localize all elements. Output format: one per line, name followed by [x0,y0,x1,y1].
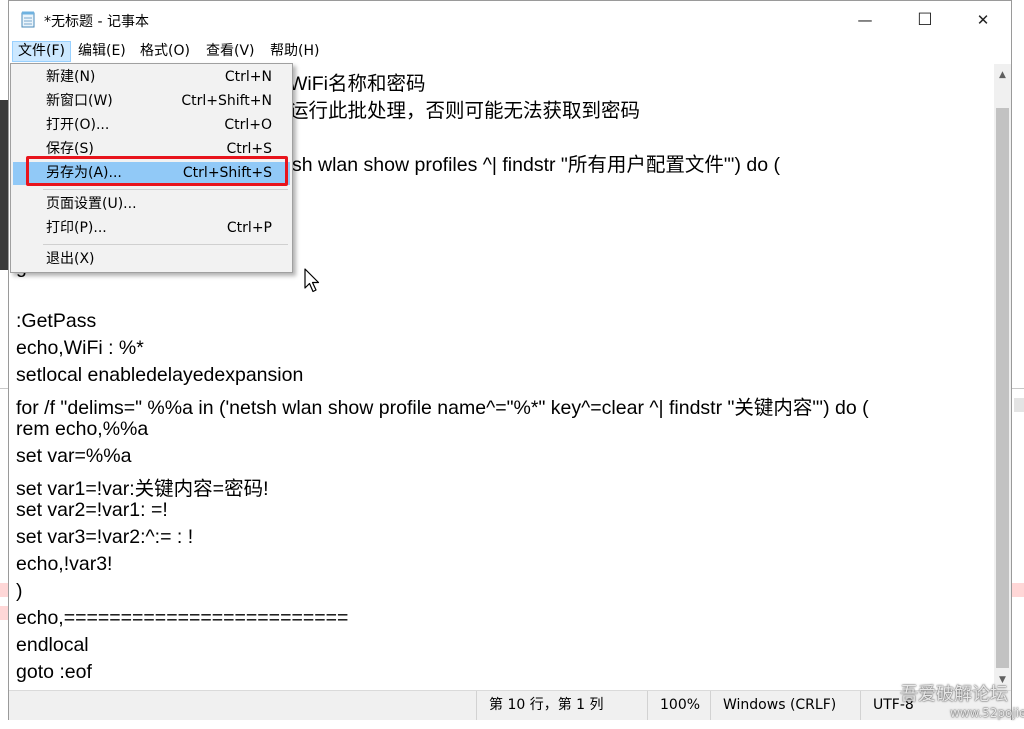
line-ending: Windows (CRLF) [710,691,860,720]
menu-item-new[interactable]: 新建(N) Ctrl+N [13,66,290,89]
menu-item-exit[interactable]: 退出(X) [13,248,290,271]
editor-line: goto :eof [16,661,92,683]
watermark-url: www.52pojie.cn [950,706,1024,720]
editor-line: 运行此批处理，否则可能无法获取到密码 [289,100,641,122]
annotation-highlight-box [26,156,288,186]
editor-line: ) [16,580,23,602]
watermark-text: 吾爱破解论坛 [900,684,1008,705]
maximize-button[interactable]: ☐ [897,1,953,39]
editor-line: WiFi名称和密码 [289,73,426,95]
scrollbar-thumb[interactable] [996,108,1009,668]
status-bar: 第 10 行，第 1 列 100% Windows (CRLF) UTF-8 [9,690,1011,720]
editor-line: :GetPass [16,310,97,332]
menu-item-label: 页面设置(U)... [46,196,137,212]
maximize-icon: ☐ [917,10,933,30]
menu-item-shortcut: Ctrl+O [224,117,272,133]
menu-file[interactable]: 文件(F) [12,41,71,62]
editor-line: set var1=!var:关键内容=密码! [16,478,269,500]
editor-line: setlocal enabledelayedexpansion [16,364,304,386]
menu-item-shortcut: Ctrl+P [226,220,272,236]
cursor-position: 第 10 行，第 1 列 [476,691,647,720]
menu-separator [43,189,288,190]
editor-line: echo,!var3! [16,553,113,575]
editor-line: for /f "delims=" %%a in ('netsh wlan sho… [16,397,869,419]
menu-item-label: 新建(N) [46,69,96,85]
close-icon: ✕ [976,11,990,29]
menu-view[interactable]: 查看(V) [201,41,260,62]
mouse-cursor-icon [304,268,320,293]
background-highlight [1012,583,1024,597]
menu-item-label: 打开(O)... [46,117,110,133]
title-bar[interactable]: *无标题 - 记事本 — ☐ ✕ [9,1,1011,39]
menu-item-label: 新窗口(W) [46,93,113,109]
scroll-up-icon[interactable]: ▲ [994,66,1011,83]
editor-line: rem echo,%%a [16,418,149,440]
menu-item-shortcut: Ctrl+Shift+N [181,93,272,109]
vertical-scrollbar[interactable]: ▲ ▼ [994,64,1011,690]
editor-line: echo,WiFi : %* [16,337,144,359]
minimize-icon: — [857,11,873,29]
editor-line: set var2=!var1: =! [16,499,168,521]
menu-format[interactable]: 格式(O) [135,41,195,62]
menu-bar: 文件(F) 编辑(E) 格式(O) 查看(V) 帮助(H) [9,39,1011,64]
menu-separator [43,244,288,245]
editor-line: set var3=!var2:^:= : ! [16,526,194,548]
menu-edit[interactable]: 编辑(E) [73,41,131,62]
menu-item-open[interactable]: 打开(O)... Ctrl+O [13,114,290,137]
menu-item-label: 退出(X) [46,251,95,267]
menu-item-shortcut: Ctrl+N [224,69,272,85]
notepad-icon [21,11,35,28]
editor-line: echo,========================= [16,607,349,629]
close-button[interactable]: ✕ [955,1,1011,39]
menu-item-new-window[interactable]: 新窗口(W) Ctrl+Shift+N [13,90,290,113]
background-text [1014,398,1024,412]
menu-item-print[interactable]: 打印(P)... Ctrl+P [13,217,290,240]
menu-help[interactable]: 帮助(H) [265,41,324,62]
editor-line: endlocal [16,634,89,656]
zoom-level: 100% [647,691,710,720]
menu-item-label: 打印(P)... [46,220,107,236]
menu-item-page-setup[interactable]: 页面设置(U)... [13,193,290,216]
window-title: *无标题 - 记事本 [44,14,149,30]
editor-line: set var=%%a [16,445,132,467]
editor-line: sh wlan show profiles ^| findstr "所有用户配置… [292,154,780,176]
background-divider [1012,388,1024,389]
minimize-button[interactable]: — [837,1,893,39]
